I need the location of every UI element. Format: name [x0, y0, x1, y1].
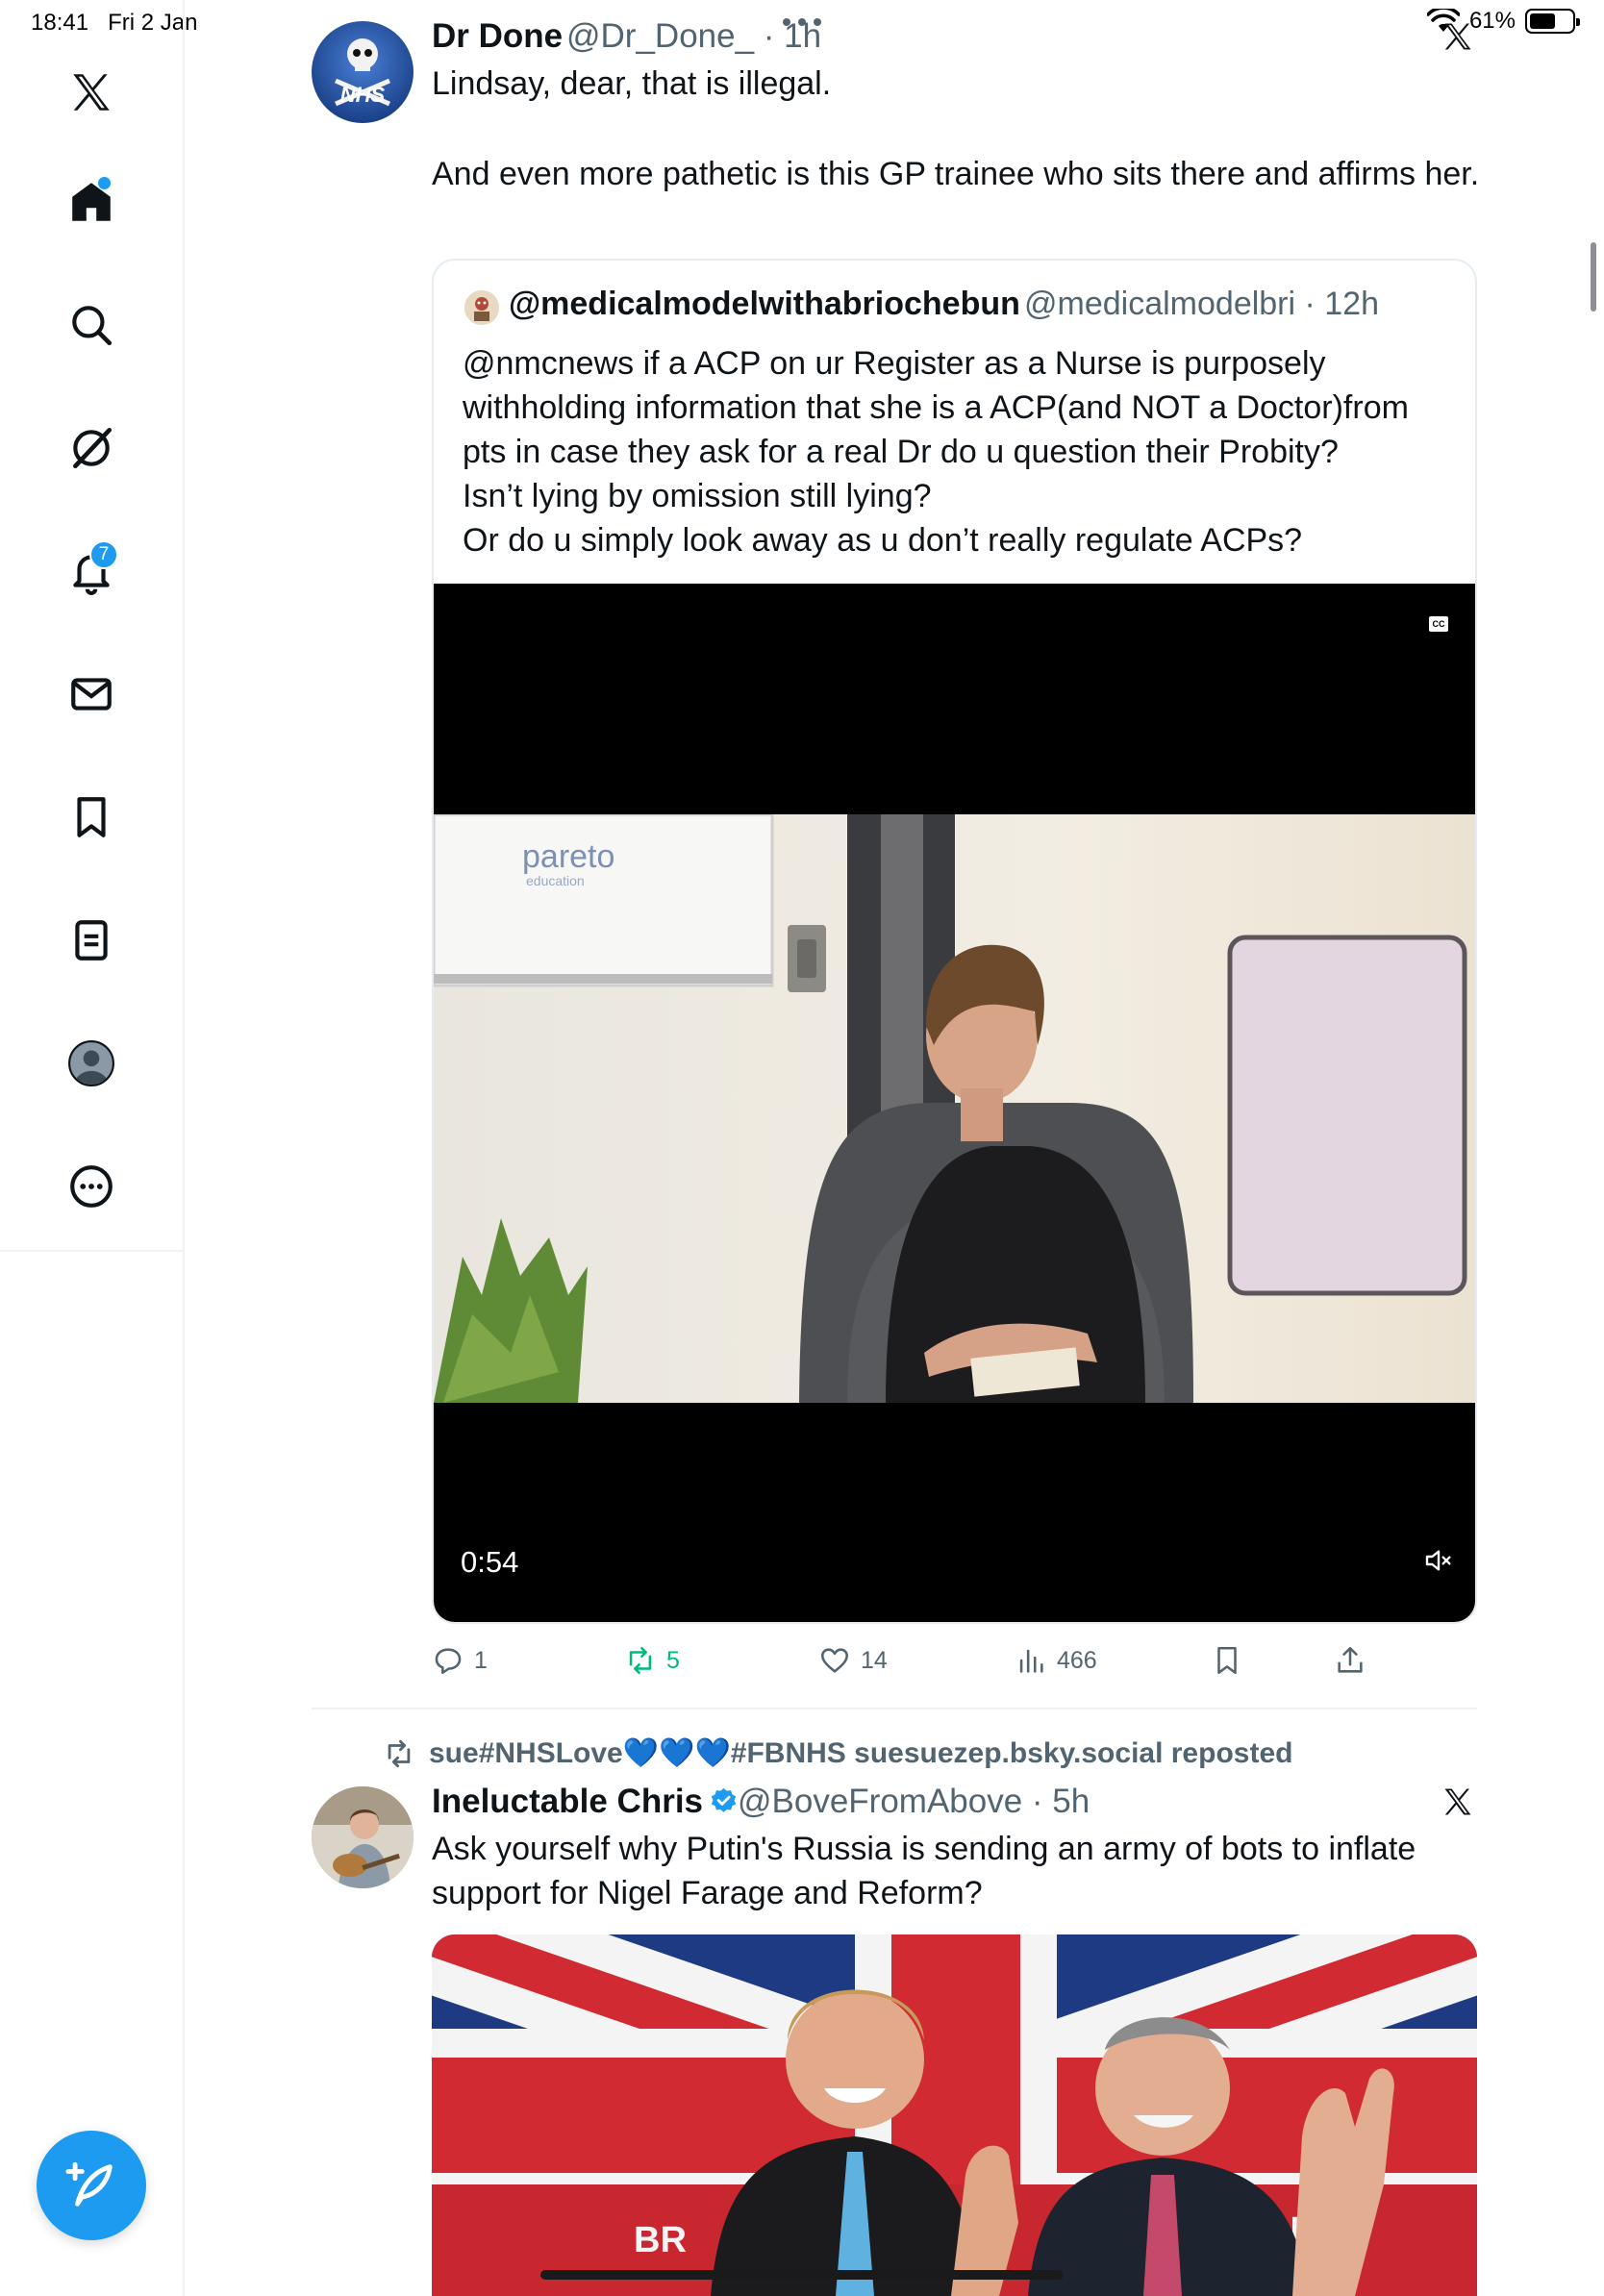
post-avatar[interactable]: NHS	[312, 21, 414, 123]
quote-handle-time[interactable]: @medicalmodelbri · 12h	[1024, 286, 1379, 323]
video-wall-logo-sub: education	[526, 873, 585, 888]
post-image[interactable]: BR N	[432, 1934, 1477, 2296]
video-wall-logo: pareto	[522, 838, 614, 875]
quote-avatar[interactable]	[464, 290, 499, 325]
post-text-line2: support for Nigel Farage and Reform?	[432, 1875, 983, 1911]
reply-count: 1	[474, 1646, 488, 1674]
scrollbar-thumb[interactable]	[1591, 242, 1596, 312]
share-button[interactable]	[1334, 1644, 1366, 1677]
captions-icon[interactable]: CC	[1429, 616, 1448, 632]
sidebar: 7	[0, 0, 185, 1250]
reply-button[interactable]: 1	[432, 1644, 488, 1677]
video-duration: 0:54	[461, 1545, 519, 1579]
battery-icon	[1525, 9, 1580, 34]
grok-explain-x-icon[interactable]	[1435, 1779, 1481, 1825]
sidebar-divider	[0, 1250, 185, 1252]
sidebar-item-home[interactable]	[45, 156, 138, 248]
grok-icon	[73, 427, 113, 469]
more-circle-icon	[70, 1165, 113, 1208]
sidebar-item-grok[interactable]	[45, 402, 138, 494]
repost-icon	[629, 1646, 652, 1675]
bookmark-icon	[1217, 1646, 1237, 1675]
mute-icon[interactable]	[1423, 1545, 1454, 1576]
compose-feather-icon	[65, 2161, 113, 2207]
bookmark-button[interactable]	[1211, 1644, 1243, 1677]
quote-author-name[interactable]: @medicalmodelwithabriochebun	[509, 286, 1020, 323]
quote-text-line: withholding information that she is a AC…	[463, 389, 1409, 426]
post-text-line1: Ask yourself why Putin's Russia is sendi…	[432, 1831, 1416, 1867]
quote-text-line: pts in case they ask for a real Dr do u …	[463, 434, 1339, 470]
post-actions: 1 5 14 466	[432, 1644, 1477, 1683]
reply-icon	[435, 1648, 462, 1675]
repost-button[interactable]: 5	[624, 1644, 680, 1677]
avatar-nhs-text: NHS	[340, 83, 386, 107]
sidebar-item-profile[interactable]	[45, 1017, 138, 1110]
video-player[interactable]: CC pareto education 0:54	[434, 584, 1475, 1622]
quote-text: @nmcnews if a ACP on ur Register as a Nu…	[463, 341, 1453, 562]
quote-text-line: Or do u simply look away as u don’t real…	[463, 522, 1303, 559]
post-avatar[interactable]	[312, 1786, 414, 1888]
post-author-name[interactable]: Dr Done	[432, 17, 563, 56]
home-unread-dot	[98, 177, 111, 189]
search-icon	[72, 306, 113, 346]
post-divider	[312, 1708, 1477, 1710]
home-indicator[interactable]	[540, 2270, 1064, 2280]
image-banner-text-left: BR	[634, 2220, 687, 2260]
mail-icon	[71, 678, 112, 711]
notifications-badge: 7	[89, 540, 118, 569]
sidebar-item-more[interactable]	[45, 1140, 138, 1233]
list-icon	[75, 920, 108, 961]
repost-count: 5	[666, 1646, 680, 1674]
repost-icon	[388, 1739, 411, 1767]
reposted-by-text: sue#NHSLove💙💙💙#FBNHS suesuezep.bsky.soci…	[429, 1737, 1293, 1769]
compose-button[interactable]	[37, 2131, 146, 2240]
more-options-icon[interactable]	[781, 15, 823, 29]
post-author-name[interactable]: Ineluctable Chris	[432, 1783, 739, 1821]
bookmark-icon	[77, 797, 106, 837]
views-count: 466	[1057, 1646, 1097, 1674]
like-button[interactable]: 14	[818, 1644, 888, 1677]
like-count: 14	[861, 1646, 888, 1674]
quote-text-line: @nmcnews if a ACP on ur Register as a Nu…	[463, 345, 1326, 382]
quote-text-line: Isn’t lying by omission still lying?	[463, 478, 932, 514]
x-logo-icon[interactable]	[45, 46, 138, 138]
views-button[interactable]: 466	[1015, 1644, 1097, 1677]
sidebar-item-search[interactable]	[45, 279, 138, 371]
verified-badge-icon	[711, 1787, 737, 1812]
views-chart-icon	[1019, 1649, 1043, 1673]
sidebar-item-messages[interactable]	[45, 648, 138, 740]
reposted-by-line[interactable]: sue#NHSLove💙💙💙#FBNHS suesuezep.bsky.soci…	[383, 1736, 1292, 1770]
sidebar-item-notifications[interactable]: 7	[45, 525, 138, 617]
quoted-post[interactable]: @medicalmodelwithabriochebun @medicalmod…	[432, 259, 1477, 1624]
grok-explain-x-icon[interactable]	[1435, 13, 1481, 60]
video-frame: pareto education	[434, 814, 1475, 1403]
post-handle-time[interactable]: @BoveFromAbove · 5h	[738, 1783, 1090, 1821]
post-text-line1: Lindsay, dear, that is illegal.	[432, 65, 832, 102]
sidebar-rail	[183, 1250, 185, 2296]
share-icon	[1338, 1646, 1363, 1673]
heart-icon	[820, 1648, 849, 1673]
sidebar-item-bookmarks[interactable]	[45, 771, 138, 863]
sidebar-item-lists[interactable]	[45, 894, 138, 986]
post-text-line2: And even more pathetic is this GP traine…	[432, 156, 1480, 192]
avatar-icon	[68, 1040, 114, 1086]
